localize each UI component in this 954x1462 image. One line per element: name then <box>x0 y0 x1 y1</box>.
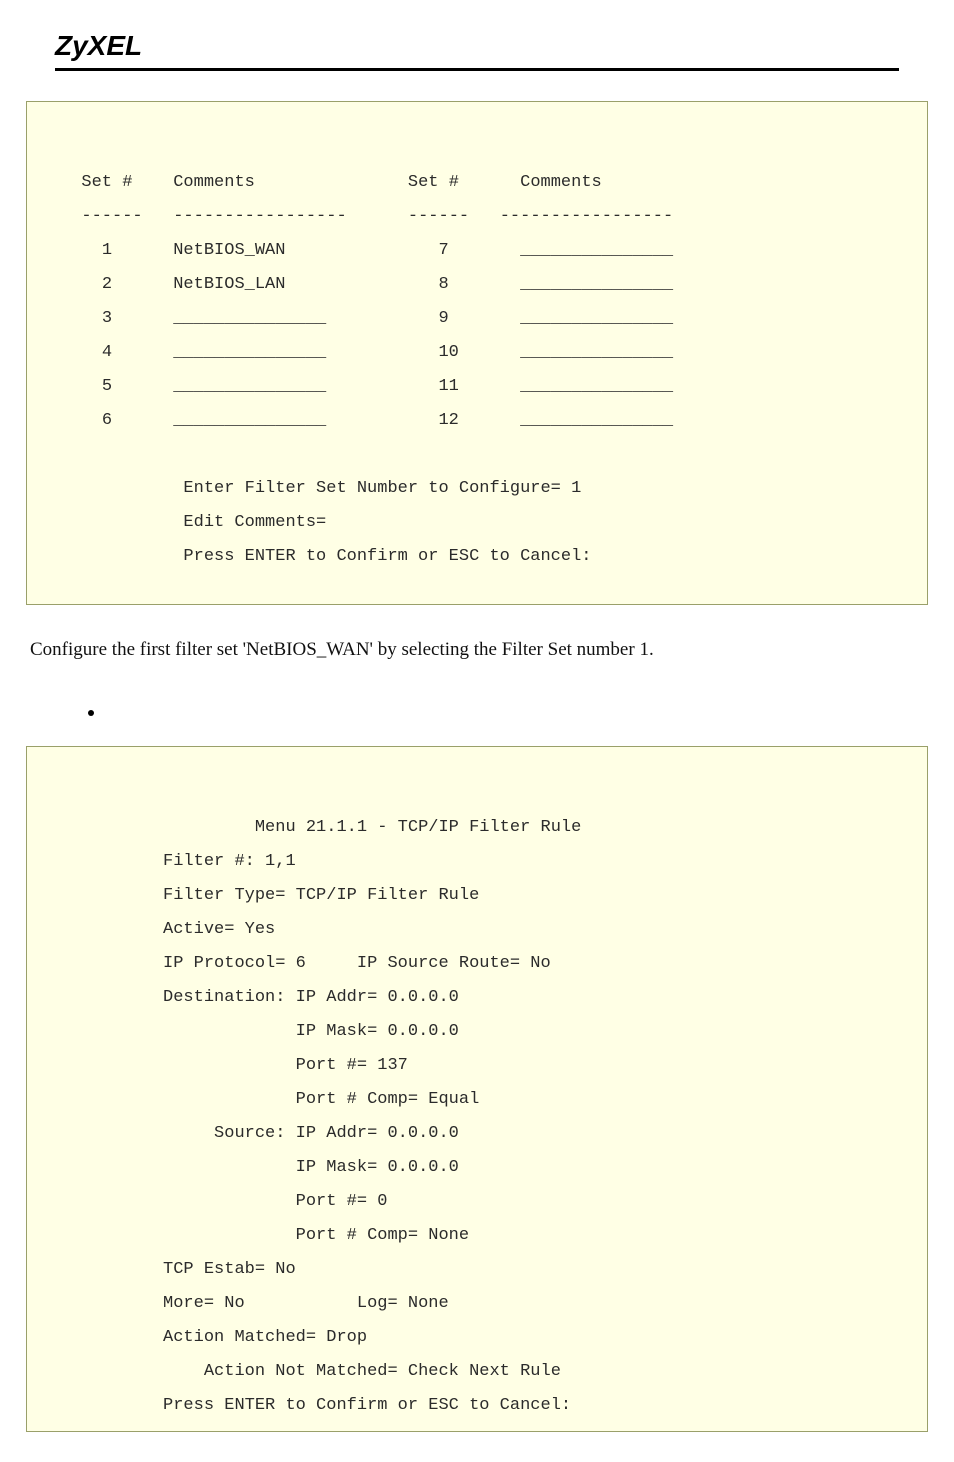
rule-line: Press ENTER to Confirm or ESC to Cancel: <box>61 1396 571 1415</box>
rule-title: Menu 21.1.1 - TCP/IP Filter Rule <box>61 818 581 837</box>
rule-line: IP Mask= 0.0.0.0 <box>61 1158 459 1177</box>
rule-line: IP Protocol= 6 IP Source Route= No <box>61 954 551 973</box>
rule-line: More= No Log= None <box>61 1294 449 1313</box>
header-rule: ZyXEL <box>55 0 899 71</box>
table-row: 6 _______________ 12 _______________ <box>61 411 673 430</box>
rule-line: Filter Type= TCP/IP Filter Rule <box>61 886 479 905</box>
rule-line: Port #= 0 <box>61 1192 387 1211</box>
table-header-row: Set # Comments Set # Comments <box>61 173 602 192</box>
table-footer-line: Press ENTER to Confirm or ESC to Cancel: <box>61 547 592 566</box>
rule-line: Source: IP Addr= 0.0.0.0 <box>61 1124 459 1143</box>
rule-line: Filter #: 1,1 <box>61 852 296 871</box>
table-row: 3 _______________ 9 _______________ <box>61 309 673 328</box>
filter-set-table-box: Set # Comments Set # Comments ------ ---… <box>26 101 928 605</box>
table-row: 2 NetBIOS_LAN 8 _______________ <box>61 275 673 294</box>
instruction-text: Configure the first filter set 'NetBIOS_… <box>26 635 928 665</box>
rule-line: Action Not Matched= Check Next Rule <box>61 1362 561 1381</box>
rule-line: Port # Comp= None <box>61 1226 469 1245</box>
filter-rule-box: Menu 21.1.1 - TCP/IP Filter Rule Filter … <box>26 746 928 1432</box>
rule-line: Port #= 137 <box>61 1056 408 1075</box>
rule-line: IP Mask= 0.0.0.0 <box>61 1022 459 1041</box>
rule-line: TCP Estab= No <box>61 1260 296 1279</box>
table-row: 5 _______________ 11 _______________ <box>61 377 673 396</box>
rule-line: Action Matched= Drop <box>61 1328 367 1347</box>
logo: ZyXEL <box>55 30 142 61</box>
bullet-icon <box>88 710 94 716</box>
table-row: 1 NetBIOS_WAN 7 _______________ <box>61 241 673 260</box>
table-footer-line: Enter Filter Set Number to Configure= 1 <box>61 479 581 498</box>
rule-line: Active= Yes <box>61 920 275 939</box>
table-footer-line: Edit Comments= <box>61 513 326 532</box>
rule-line: Destination: IP Addr= 0.0.0.0 <box>61 988 459 1007</box>
rule-line: Port # Comp= Equal <box>61 1090 479 1109</box>
table-row: 4 _______________ 10 _______________ <box>61 343 673 362</box>
table-divider-row: ------ ----------------- ------ --------… <box>61 207 673 226</box>
bullet-item <box>26 705 928 746</box>
